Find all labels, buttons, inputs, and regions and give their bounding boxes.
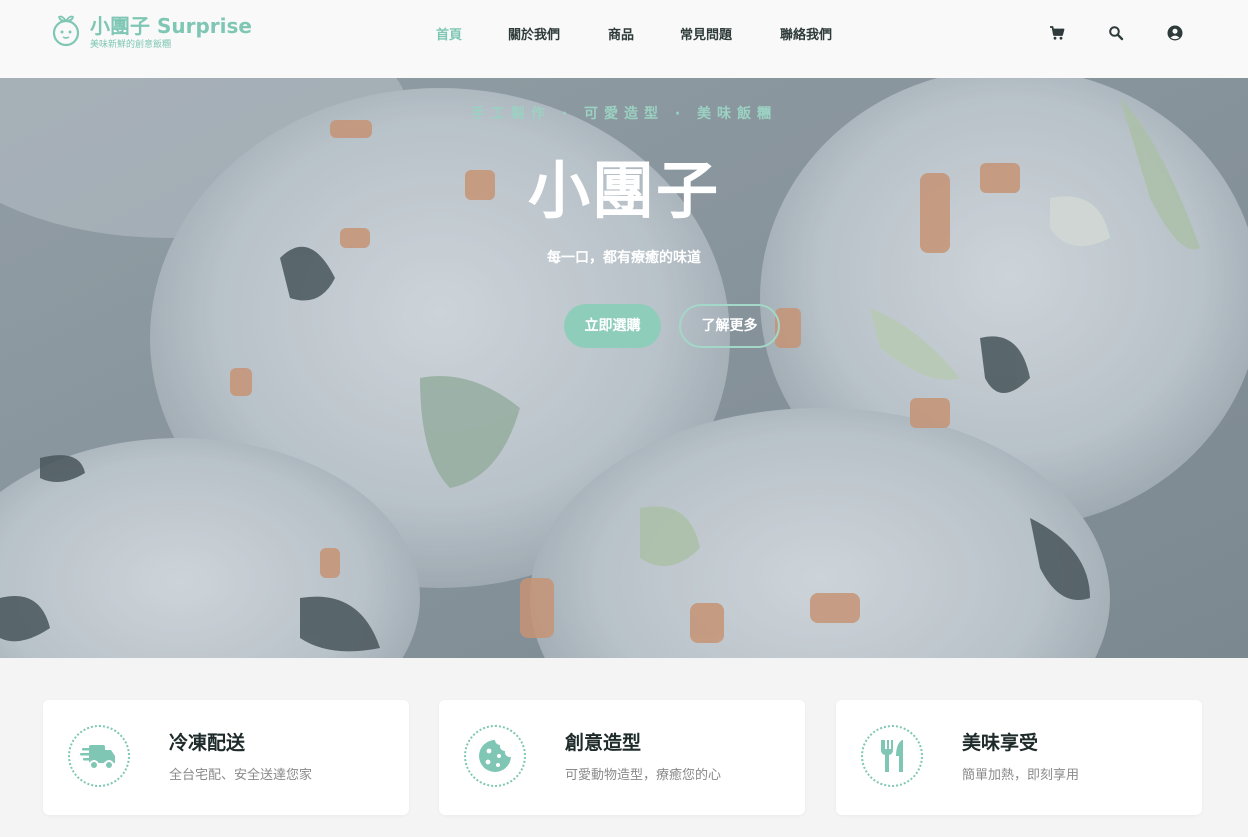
feature-icon-circle <box>464 725 526 787</box>
utensils-icon <box>881 740 903 772</box>
hero-title: 小團子 <box>527 154 720 227</box>
hero-banner: 手工製作 · 可愛造型 · 美味飯糰 小團子 每一口，都有療癒的味道 立即選購 … <box>0 78 1248 658</box>
feature-card-taste: 美味享受 簡單加熱，即刻享用 <box>836 700 1202 815</box>
nav-item-contact[interactable]: 聯絡我們 <box>780 24 832 43</box>
feature-title: 創意造型 <box>565 732 642 754</box>
cookie-icon <box>479 740 511 772</box>
nav-item-home[interactable]: 首頁 <box>436 24 462 43</box>
feature-description: 可愛動物造型，療癒您的心 <box>565 768 722 783</box>
site-header: 小團子 Surprise 美味新鮮的創意飯糰 首頁 關於我們 商品 常見問題 聯… <box>0 0 1248 78</box>
feature-icon-circle <box>861 725 923 787</box>
user-icon[interactable] <box>1167 25 1183 41</box>
nav-item-products[interactable]: 商品 <box>608 24 634 43</box>
hero-tagline: 手工製作 · 可愛造型 · 美味飯糰 <box>470 106 778 122</box>
nav-item-about[interactable]: 關於我們 <box>508 24 560 43</box>
shop-now-button[interactable]: 立即選購 <box>564 304 661 348</box>
cart-icon[interactable] <box>1049 25 1065 41</box>
feature-icon-circle <box>68 725 130 787</box>
feature-card-delivery: 冷凍配送 全台宅配、安全送達您家 <box>43 700 409 815</box>
search-icon[interactable] <box>1108 25 1124 41</box>
feature-description: 全台宅配、安全送達您家 <box>169 768 313 783</box>
feature-description: 簡單加熱，即刻享用 <box>962 768 1080 783</box>
hero-subtitle: 每一口，都有療癒的味道 <box>547 250 701 266</box>
truck-icon <box>80 745 115 770</box>
feature-card-design: 創意造型 可愛動物造型，療癒您的心 <box>439 700 805 815</box>
nav-item-faq[interactable]: 常見問題 <box>680 24 732 43</box>
feature-title: 美味享受 <box>962 732 1039 754</box>
feature-title: 冷凍配送 <box>169 732 246 754</box>
learn-more-button[interactable]: 了解更多 <box>679 304 780 348</box>
